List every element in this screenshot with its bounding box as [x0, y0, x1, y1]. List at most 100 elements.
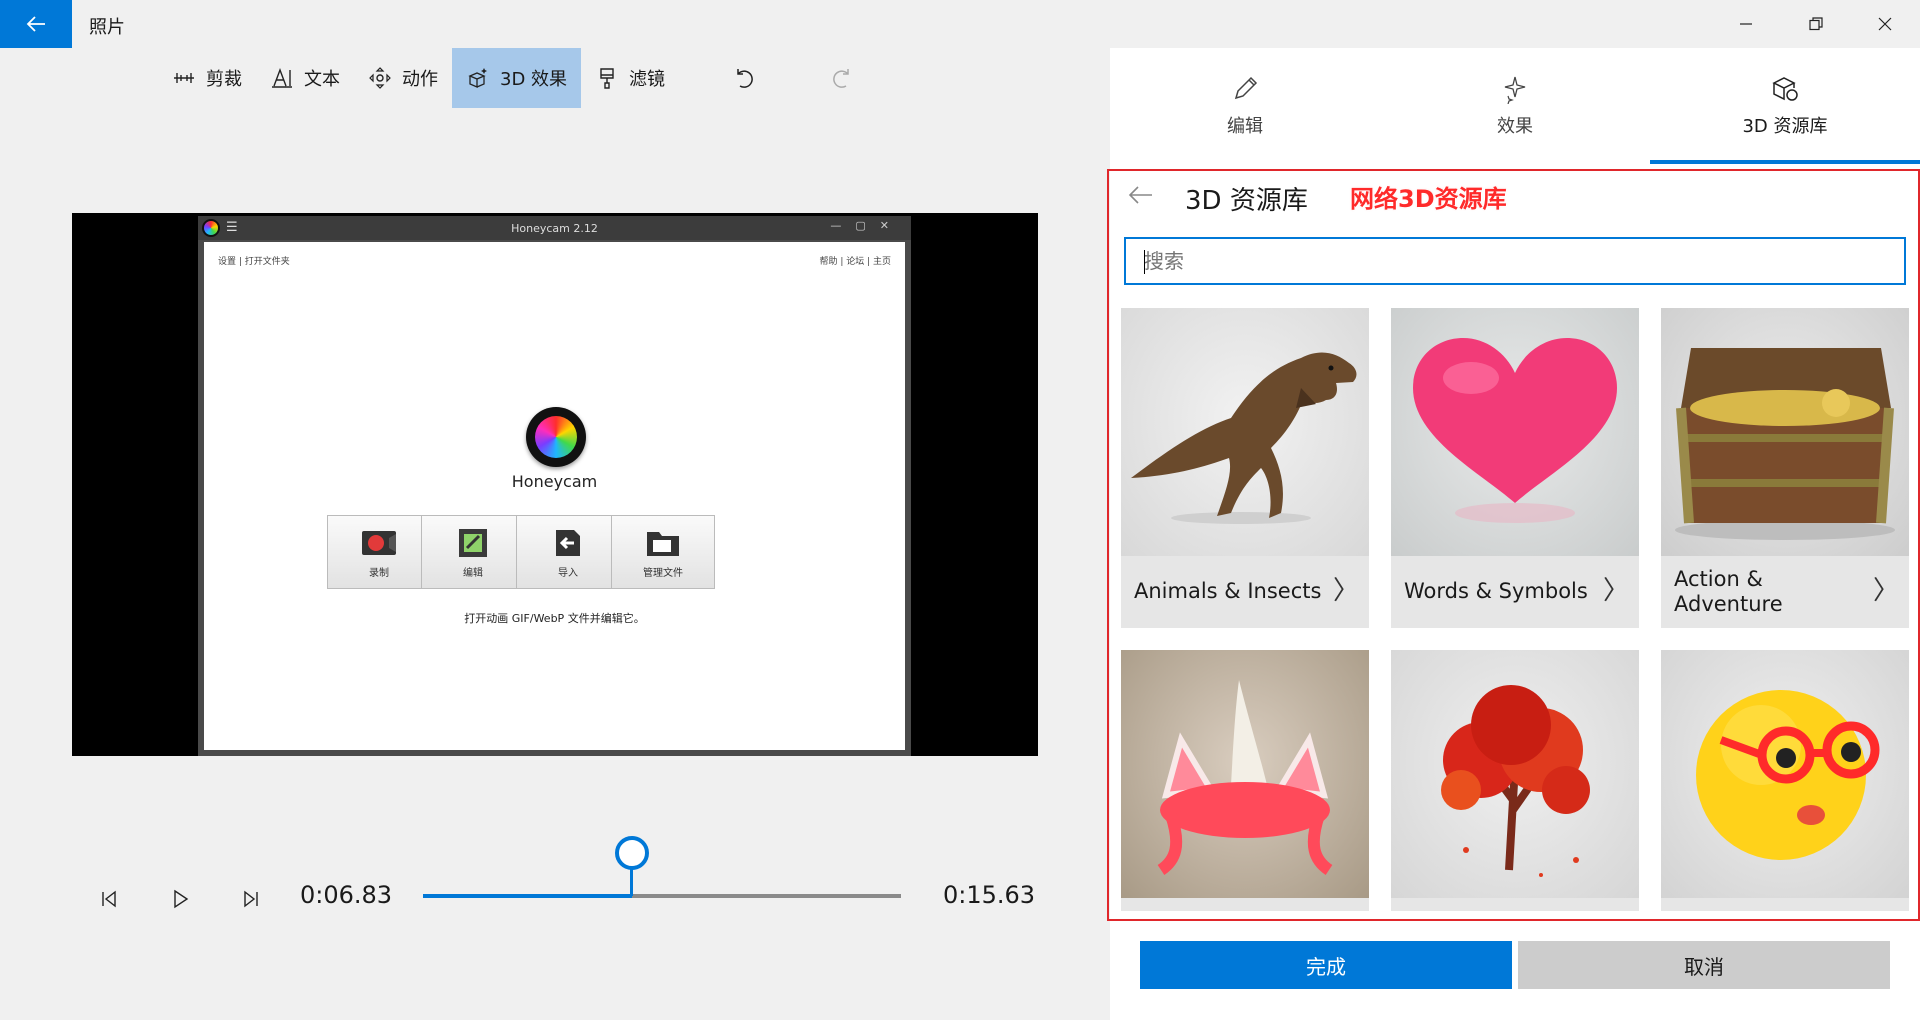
category-item-unicorn[interactable] — [1121, 650, 1369, 911]
category-label: Words & Symbols — [1404, 579, 1588, 604]
text-caret — [1144, 250, 1145, 274]
honeycam-window-title: Honeycam 2.12 — [511, 221, 598, 235]
next-frame-button[interactable] — [237, 884, 267, 914]
honeycam-record-button: 录制 — [327, 515, 431, 589]
honeycam-import-label: 导入 — [558, 567, 578, 579]
emoji-glasses-thumbnail — [1661, 650, 1909, 898]
tab-3d-library-label: 3D 资源库 — [1742, 116, 1828, 137]
cancel-button[interactable]: 取消 — [1518, 941, 1890, 989]
hamburger-menu-icon[interactable]: ☰ — [226, 220, 238, 235]
next-frame-icon — [244, 890, 258, 908]
restore-button[interactable] — [1781, 0, 1851, 48]
chevron-right-icon: 〉 — [1602, 576, 1629, 607]
pencil-icon — [1234, 76, 1258, 100]
tab-effects[interactable]: 效果 — [1380, 48, 1650, 164]
minimize-icon — [1740, 23, 1752, 25]
honeycam-titlebar: ☰ Honeycam 2.12 —▢✕ — [198, 216, 911, 240]
honeycam-logo — [526, 407, 586, 467]
total-time: 0:15.63 — [943, 881, 1036, 909]
honeycam-hint: 打开动画 GIF/WebP 文件并编辑它。 — [464, 612, 645, 625]
text-label: 文本 — [304, 69, 340, 90]
honeycam-window: ☰ Honeycam 2.12 —▢✕ 设置 | 打开文件夹 帮助 | 论坛 |… — [198, 216, 911, 756]
previous-frame-icon — [102, 890, 116, 908]
title-bar: 照片 — [0, 0, 1920, 48]
tab-effects-label: 效果 — [1497, 116, 1533, 137]
3d-effects-icon — [468, 68, 487, 88]
edit-toolbar: 剪裁 文本 动作 3D 效果 滤镜 — [158, 48, 869, 108]
back-button[interactable] — [0, 0, 72, 48]
honeycam-edit-label: 编辑 — [463, 567, 483, 579]
close-icon — [1878, 17, 1892, 31]
filters-tool[interactable]: 滤镜 — [581, 48, 679, 108]
crop-tool[interactable]: 剪裁 — [158, 48, 256, 108]
honeycam-import-button: 导入 — [516, 515, 620, 589]
text-tool[interactable]: 文本 — [256, 48, 354, 108]
motion-icon — [369, 67, 391, 89]
category-label: Action & Adventure — [1674, 566, 1783, 616]
tab-3d-library[interactable]: 3D 资源库 — [1650, 48, 1920, 164]
honeycam-manage-button: 管理文件 — [611, 515, 715, 589]
honeycam-name: Honeycam — [511, 472, 598, 491]
motion-tool[interactable]: 动作 — [354, 48, 452, 108]
sparkle-icon — [1504, 76, 1526, 104]
category-words-symbols[interactable]: Words & Symbols 〉 — [1391, 308, 1639, 628]
dinosaur-thumbnail — [1121, 308, 1369, 556]
category-item-emoji[interactable] — [1661, 650, 1909, 911]
treasure-chest-thumbnail — [1661, 308, 1909, 556]
category-animals-insects[interactable]: Animals & Insects 〉 — [1121, 308, 1369, 628]
3d-effects-label: 3D 效果 — [500, 69, 568, 90]
folder-icon — [647, 531, 679, 556]
motion-label: 动作 — [402, 69, 438, 90]
chevron-right-icon: 〉 — [1332, 576, 1359, 607]
undo-icon — [737, 69, 753, 88]
category-label: Animals & Insects — [1134, 579, 1322, 604]
red-tree-thumbnail — [1391, 650, 1639, 898]
honeycam-window-controls: —▢✕ — [830, 219, 903, 232]
crop-label: 剪裁 — [206, 69, 242, 90]
library-search[interactable] — [1124, 237, 1906, 285]
library-title: 3D 资源库 — [1185, 186, 1308, 216]
tab-edit-label: 编辑 — [1227, 116, 1263, 137]
filters-label: 滤镜 — [629, 69, 666, 90]
3d-cube-icon — [1772, 77, 1798, 101]
honeycam-manage-label: 管理文件 — [643, 567, 683, 579]
unicorn-headband-thumbnail — [1121, 650, 1369, 898]
category-item-tree[interactable] — [1391, 650, 1639, 911]
timeline-progress — [423, 894, 632, 898]
app-title: 照片 — [89, 17, 125, 38]
search-input[interactable] — [1144, 249, 1904, 273]
honeycam-record-label: 录制 — [369, 567, 389, 579]
honeycam-right-links: 帮助 | 论坛 | 主页 — [819, 257, 891, 267]
minimize-button[interactable] — [1711, 0, 1781, 48]
tab-edit[interactable]: 编辑 — [1110, 48, 1380, 164]
chevron-right-icon: 〉 — [1872, 576, 1899, 607]
heart-thumbnail — [1391, 308, 1639, 556]
honeycam-body: 设置 | 打开文件夹 帮助 | 论坛 | 主页 Honeycam 录制 编辑 导… — [204, 242, 905, 750]
current-time: 0:06.83 — [300, 881, 393, 909]
library-back-button[interactable] — [1126, 180, 1156, 210]
3d-effects-tool[interactable]: 3D 效果 — [452, 48, 582, 108]
edit-film-icon — [459, 528, 487, 557]
text-icon — [272, 68, 292, 88]
active-tab-indicator — [1650, 160, 1920, 164]
previous-frame-button[interactable] — [93, 884, 123, 914]
close-button[interactable] — [1850, 0, 1920, 48]
play-icon — [174, 889, 189, 909]
restore-icon — [1809, 17, 1823, 31]
back-arrow-icon — [1128, 186, 1152, 204]
category-action-adventure[interactable]: Action & Adventure 〉 — [1661, 308, 1909, 628]
annotation-label: 网络3D资源库 — [1350, 185, 1507, 213]
redo-button[interactable] — [817, 48, 869, 108]
undo-button[interactable] — [717, 48, 769, 108]
done-button[interactable]: 完成 — [1140, 941, 1512, 989]
timeline-track[interactable] — [423, 894, 901, 898]
record-camera-icon — [362, 530, 396, 555]
filter-brush-icon — [600, 68, 614, 89]
import-icon — [556, 529, 580, 556]
play-button[interactable] — [165, 884, 195, 914]
timeline-thumb[interactable] — [614, 836, 649, 870]
video-preview: ☰ Honeycam 2.12 —▢✕ 设置 | 打开文件夹 帮助 | 论坛 |… — [72, 213, 1038, 756]
back-arrow-icon — [26, 16, 45, 32]
honeycam-left-links: 设置 | 打开文件夹 — [218, 257, 290, 267]
honeycam-app-icon — [202, 219, 220, 237]
